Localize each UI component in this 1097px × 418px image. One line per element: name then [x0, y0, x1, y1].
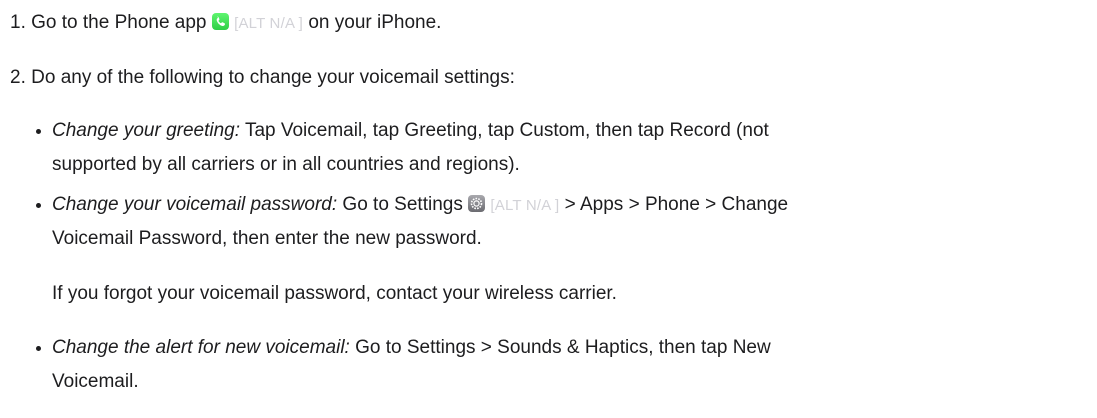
bullet-text: Go to Settings — [342, 194, 463, 215]
alt-text: [ALT N/A ] — [490, 197, 560, 214]
bullet-3-line-1: Change the alert for new voicemail: Go t… — [52, 335, 771, 361]
settings-app-icon — [468, 195, 486, 212]
step-number: 2. — [10, 67, 26, 88]
bullet-text: Tap Voicemail, tap Greeting, tap Custom,… — [244, 120, 769, 141]
bullet-title: Change your voicemail password: — [52, 194, 338, 215]
bullet-text: Go to Settings > Sounds & Haptics, then … — [355, 337, 771, 358]
note-text: If you forgot your voicemail password, c… — [52, 283, 617, 304]
step-2: 2. Do any of the following to change you… — [10, 65, 515, 91]
bullet-text-after: > Apps > Phone > Change — [564, 194, 789, 215]
bullet-text: Voicemail Password, then enter the new p… — [52, 228, 482, 249]
bullet-2-line-2: Voicemail Password, then enter the new p… — [52, 226, 482, 252]
step-text-after: on your iPhone. — [308, 12, 442, 33]
bullet-1-line-2: supported by all carriers or in all coun… — [52, 152, 520, 178]
step-text: Go to the Phone app — [31, 12, 207, 33]
bullet-dot — [36, 346, 41, 351]
bullet-text: Voicemail. — [52, 371, 139, 392]
bullet-3-line-2: Voicemail. — [52, 369, 139, 395]
alt-text: [ALT N/A ] — [234, 15, 304, 32]
bullet-title: Change the alert for new voicemail: — [52, 337, 350, 358]
bullet-title: Change your greeting: — [52, 120, 241, 141]
step-1: 1. Go to the Phone app [ALT N/A ] on you… — [10, 10, 441, 37]
bullet-2-note: If you forgot your voicemail password, c… — [52, 281, 617, 307]
bullet-text: supported by all carriers or in all coun… — [52, 154, 520, 175]
bullet-dot — [36, 129, 41, 134]
bullet-dot — [36, 203, 41, 208]
phone-app-icon — [211, 13, 229, 30]
step-text: Do any of the following to change your v… — [31, 67, 515, 88]
bullet-1-line-1: Change your greeting: Tap Voicemail, tap… — [52, 118, 769, 144]
bullet-2-line-1: Change your voicemail password: Go to Se… — [52, 192, 788, 219]
step-number: 1. — [10, 12, 26, 33]
